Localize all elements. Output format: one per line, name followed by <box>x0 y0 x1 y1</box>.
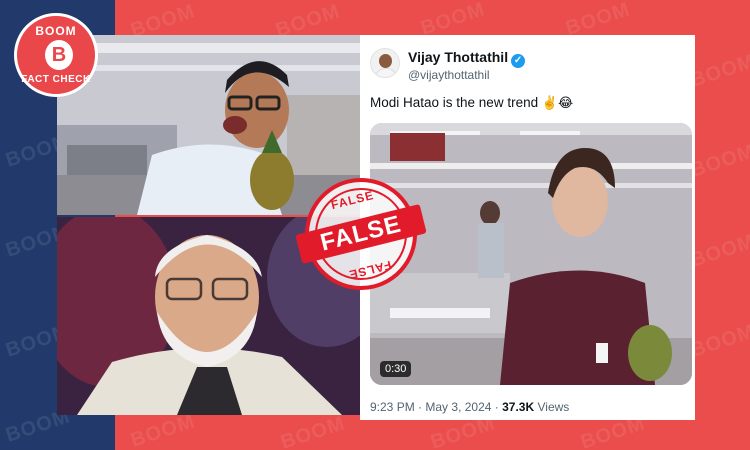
logo-letter: B <box>45 40 73 70</box>
tweet-date[interactable]: May 3, 2024 <box>425 400 491 414</box>
verified-badge-icon: ✓ <box>511 54 526 68</box>
author-name-text[interactable]: Vijay Thottathil <box>408 49 508 65</box>
logo-fact-check-text: FACT CHECK <box>21 74 91 85</box>
author-name[interactable]: Vijay Thottathil ✓ <box>408 49 526 68</box>
tweet-emojis: ✌️😂 <box>541 96 574 111</box>
author-avatar[interactable] <box>370 48 400 78</box>
meta-separator: · <box>418 400 423 414</box>
tweet-text: Modi Hatao is the new trend ✌️😂 <box>370 95 573 111</box>
tweet-text-body: Modi Hatao is the new trend <box>370 95 539 110</box>
video-duration: 0:30 <box>380 361 412 377</box>
tweet-meta: 9:23 PM · May 3, 2024 · 37.3K Views <box>370 400 569 414</box>
photo-shouting-man <box>57 35 360 215</box>
tweet-time[interactable]: 9:23 PM <box>370 400 415 414</box>
views-label: Views <box>537 400 570 414</box>
boom-fact-check-logo: BOOM B FACT CHECK <box>14 13 98 97</box>
author-handle[interactable]: @vijaythottathil <box>408 68 490 82</box>
views-count: 37.3K <box>502 400 535 414</box>
meta-separator: · <box>494 400 499 414</box>
logo-boom-text: BOOM <box>35 24 77 38</box>
